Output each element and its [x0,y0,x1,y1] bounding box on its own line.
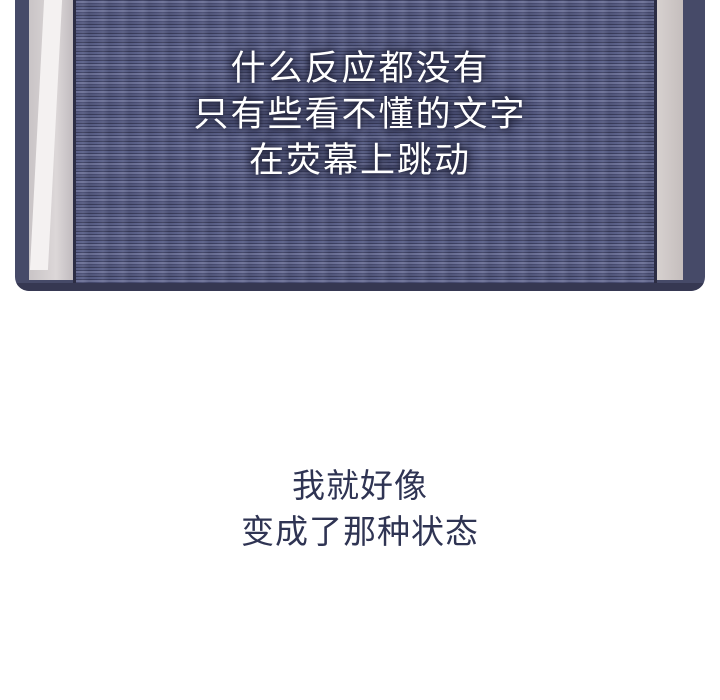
narration-text: 我就好像 变成了那种状态 [160,463,560,555]
caption-line: 只有些看不懂的文字 [193,95,527,135]
narration-line: 我就好像 [292,466,428,505]
panel-border [15,283,705,291]
narration-line: 变成了那种状态 [241,512,479,551]
comic-page: 什么反应都没有 只有些看不懂的文字 在荧幕上跳动 我就好像 变成了那种状态 [0,0,720,700]
caption-line: 什么反应都没有 [230,49,490,89]
caption-line: 在荧幕上跳动 [248,141,471,181]
panel-caption: 什么反应都没有 只有些看不懂的文字 在荧幕上跳动 [120,46,600,184]
